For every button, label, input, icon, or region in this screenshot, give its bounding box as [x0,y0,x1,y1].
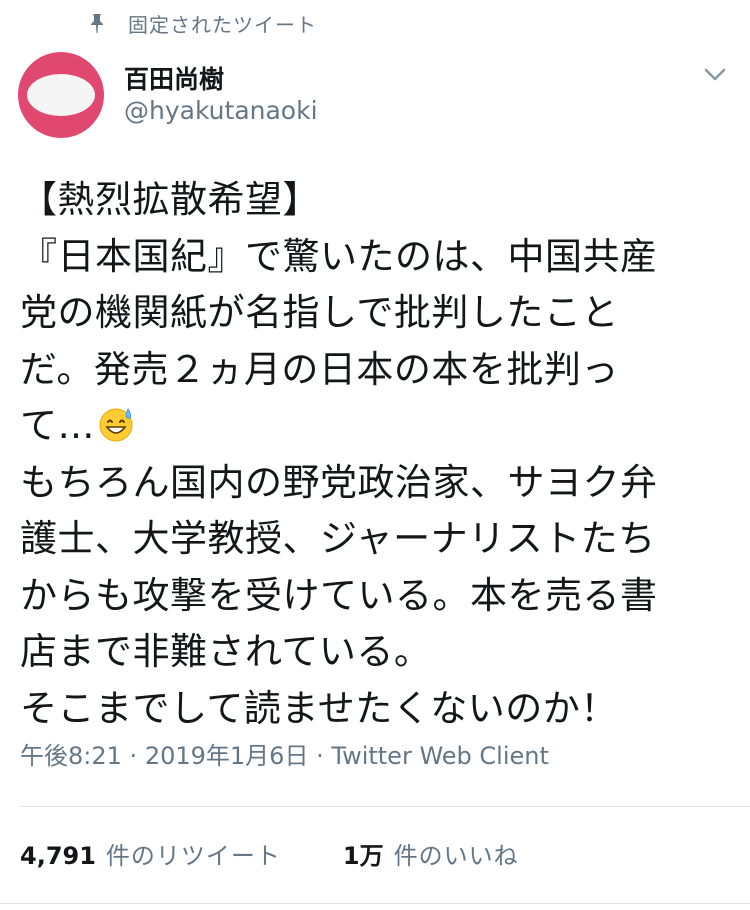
author-handle[interactable]: @hyakutanaoki [124,96,318,125]
likes-count: 1万 [342,842,384,870]
grinning-face-with-sweat-emoji [97,403,135,442]
retweets-count: 4,791 [20,842,96,870]
tweet-line: 【熱烈拡散希望】 [20,178,320,221]
retweets-label: 件のリツイート [105,842,281,870]
pinned-tweet-indicator: 固定されたツイート [88,8,317,38]
meta-separator: · [316,742,324,770]
tweet-text: 【熱烈拡散希望】 『日本国紀』で驚いたのは、中国共産 党の機関紙が名指しで批判し… [20,172,740,737]
tweet-date-link[interactable]: 2019年1月6日 [145,742,309,770]
tweet-line: 党の機関紙が名指しで批判したこと [20,291,619,334]
tweet-time-link[interactable]: 午後8:21 [20,742,122,770]
divider [20,806,750,807]
avatar[interactable] [18,52,104,138]
tweet-time: 午後8:21 [20,742,122,770]
tweet-line: 店まで非難されている。 [20,630,432,673]
tweet-date: 2019年1月6日 [144,742,309,770]
chevron-down-icon[interactable] [700,62,730,88]
tweet-line-with-emoji: て… [20,398,740,455]
tweet-source-link[interactable]: Twitter Web Client [331,742,549,770]
meta-separator: · [129,742,138,770]
tweet-line: 護士、大学教授、ジャーナリストたち [20,517,656,560]
tweet-line: からも攻撃を受けている。本を売る書 [20,573,658,617]
pinned-label: 固定されたツイート [128,12,317,37]
author-name[interactable]: 百田尚樹 [124,60,224,96]
tweet-line: だ。発売２ヵ月の日本の本を批判っ [20,347,619,391]
tweet-line-text: て… [20,404,95,447]
tweet-line: そこまでして読ませたくないのか！ [20,686,618,730]
tweet-line: 『日本国紀』で驚いたのは、中国共産 [20,234,658,278]
tweet-metadata: 午後8:21 · 2019年1月6日 · Twitter Web Client [20,736,549,771]
tweet-stats: 4,791 件のリツイート 1万 件のいいね [20,836,519,871]
divider [0,903,750,904]
tweet-source: Twitter Web Client [331,742,549,770]
avatar-logo [27,74,95,116]
retweets-stat[interactable]: 4,791 件のリツイート [20,836,281,871]
likes-label: 件のいいね [393,842,519,870]
likes-stat[interactable]: 1万 件のいいね [343,836,519,871]
pin-icon [88,12,106,34]
tweet-line: もちろん国内の野党政治家、サヨク弁 [20,460,658,504]
